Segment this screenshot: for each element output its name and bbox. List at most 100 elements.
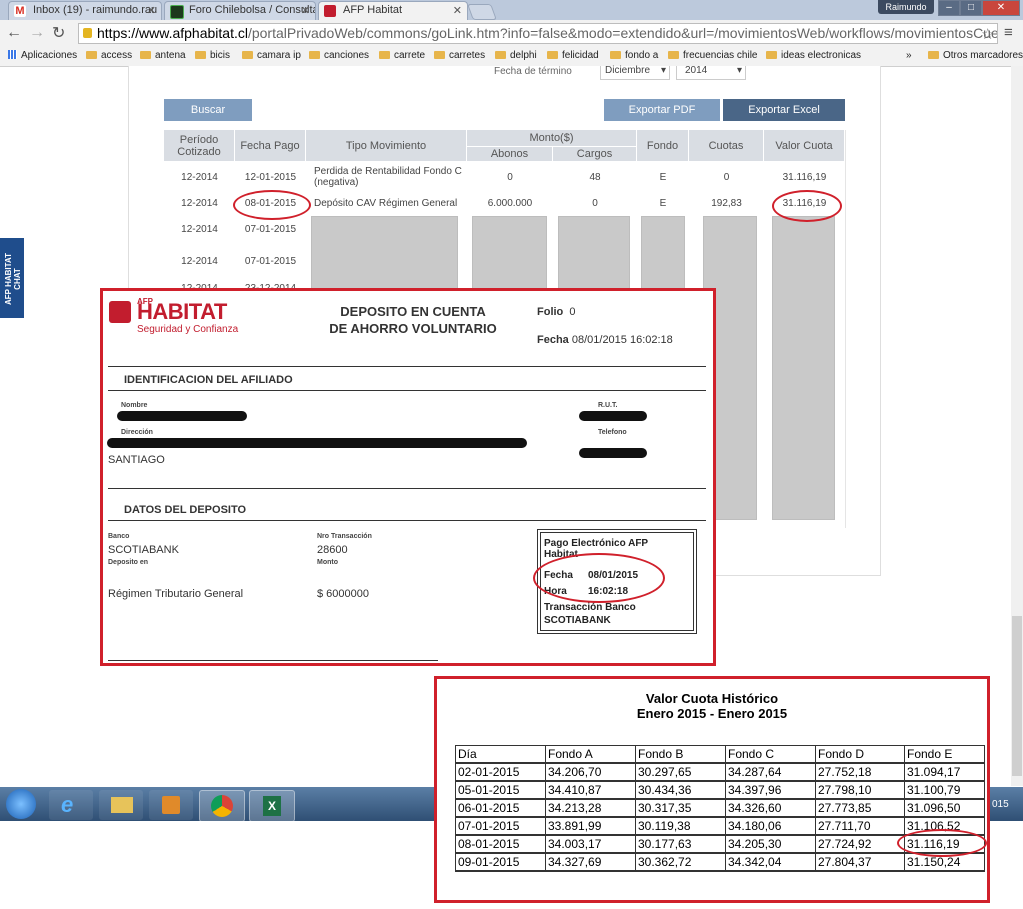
- close-icon[interactable]: ✕: [301, 4, 310, 17]
- section-affiliate: IDENTIFICACION DEL AFILIADO: [124, 374, 293, 386]
- bookmark-folder[interactable]: access: [86, 49, 132, 63]
- cell-credit: 0: [507, 172, 513, 183]
- bookmark-folder[interactable]: delphi: [495, 49, 537, 63]
- chrome-icon[interactable]: [199, 790, 245, 822]
- amount-value: $ 6000000: [317, 588, 369, 600]
- tab-afp-habitat[interactable]: AFP Habitat ✕: [318, 1, 468, 20]
- folder-icon: [928, 51, 939, 59]
- historic-header: Fondo B: [635, 745, 726, 763]
- bookmark-other[interactable]: Otros marcadores: [928, 49, 1023, 63]
- cell-period: 12-2014: [181, 256, 218, 267]
- tab-chilebolsa[interactable]: Foro Chilebolsa / Consulta ✕: [164, 1, 316, 20]
- star-icon[interactable]: ☆: [981, 25, 994, 43]
- tab-title: Foro Chilebolsa / Consulta: [189, 4, 316, 16]
- habitat-logo-icon: [109, 301, 131, 323]
- excel-icon[interactable]: X: [249, 790, 295, 822]
- bookmark-folder[interactable]: antena: [140, 49, 186, 63]
- start-button[interactable]: [6, 789, 36, 819]
- lock-icon: [83, 28, 92, 38]
- menu-icon[interactable]: ≡: [1004, 24, 1013, 41]
- cell-date: 07-01-2015: [244, 224, 297, 235]
- folder-icon: [610, 51, 621, 59]
- user-badge[interactable]: Raimundo: [878, 0, 934, 14]
- chat-tab[interactable]: AFP HABITAT CHAT: [0, 238, 24, 318]
- cell-charge: 0: [592, 198, 598, 209]
- annotation-circle: [772, 190, 842, 222]
- payment-box-bank: SCOTIABANK: [544, 615, 611, 626]
- logo-tagline: Seguridad y Confianza: [137, 324, 239, 335]
- redacted-name: [117, 411, 247, 421]
- amount-label: Monto: [317, 559, 338, 566]
- bookmark-folder[interactable]: felicidad: [547, 49, 599, 63]
- export-pdf-button[interactable]: Exportar PDF: [604, 99, 720, 121]
- tab-title: AFP Habitat: [343, 4, 403, 16]
- historic-header-row: Día Fondo A Fondo B Fondo C Fondo D Fond…: [455, 745, 985, 763]
- folder-icon: [242, 51, 253, 59]
- bank-label: Banco: [108, 533, 130, 540]
- search-button[interactable]: Buscar: [164, 99, 252, 121]
- historic-header: Fondo C: [725, 745, 816, 763]
- regime: Régimen Tributario General: [108, 588, 244, 600]
- bookmark-folder[interactable]: ideas electronicas: [766, 49, 861, 63]
- receipt-title: DEPOSITO EN CUENTA DE AHORRO VOLUNTARIO: [329, 304, 497, 336]
- historic-header: Fondo A: [545, 745, 636, 763]
- media-player-icon[interactable]: [149, 790, 193, 820]
- historic-row: 02-01-2015 34.206,70 30.297,65 34.287,64…: [455, 763, 985, 781]
- folder-icon: [195, 51, 206, 59]
- month-select[interactable]: Diciembre ▾: [600, 66, 670, 80]
- folder-icon: [379, 51, 390, 59]
- cell-date: 07-01-2015: [244, 256, 297, 267]
- logo-main: HABITAT: [137, 299, 227, 324]
- annotation-circle: [233, 190, 311, 220]
- bookmark-folder[interactable]: carretes: [434, 49, 485, 63]
- rut-label: R.U.T.: [598, 402, 618, 409]
- historic-row: 07-01-2015 33.891,99 30.119,38 34.180,06…: [455, 817, 985, 835]
- cell-period: 12-2014: [181, 198, 218, 209]
- receipt-date: Fecha 08/01/2015 16:02:18: [537, 334, 673, 346]
- historic-row: 06-01-2015 34.213,28 30.317,35 34.326,60…: [455, 799, 985, 817]
- section-deposit: DATOS DEL DEPOSITO: [124, 504, 247, 516]
- folder-icon: [668, 51, 679, 59]
- bookmark-folder[interactable]: fondo a: [610, 49, 658, 63]
- minimize-button[interactable]: –: [938, 0, 960, 16]
- deposit-in-label: Deposito en: [108, 559, 149, 566]
- close-window-button[interactable]: ✕: [982, 0, 1020, 16]
- historic-header: Fondo E: [904, 745, 985, 763]
- bookmark-folder[interactable]: carrete: [379, 49, 425, 63]
- back-arrow-icon[interactable]: ←: [6, 24, 22, 42]
- tab-title: Inbox (19) - raimundo.rau: [33, 4, 158, 16]
- ie-icon[interactable]: e: [49, 790, 93, 820]
- redacted-block: [772, 216, 835, 520]
- export-excel-button[interactable]: Exportar Excel: [723, 99, 845, 121]
- reload-icon[interactable]: ↻: [52, 23, 65, 43]
- divider: [108, 390, 706, 391]
- bookmark-folder[interactable]: frecuencias chile: [668, 49, 757, 63]
- deposit-receipt: AFP HABITAT Seguridad y Confianza DEPOSI…: [100, 288, 716, 666]
- address-bar[interactable]: https://www.afphabitat.cl/portalPrivadoW…: [78, 23, 998, 44]
- bookmark-apps[interactable]: Aplicaciones: [8, 49, 77, 63]
- bookmarks-more[interactable]: »: [906, 49, 912, 63]
- forward-arrow-icon[interactable]: →: [29, 24, 45, 42]
- bookmark-folder[interactable]: canciones: [309, 49, 369, 63]
- clock-fragment: 015: [992, 799, 1009, 810]
- header-charges: Cargos: [553, 147, 637, 161]
- close-icon[interactable]: ✕: [453, 4, 462, 17]
- year-select[interactable]: 2014 ▾: [676, 66, 746, 80]
- scrollbar-thumb[interactable]: [1012, 616, 1022, 776]
- maximize-button[interactable]: □: [960, 0, 982, 16]
- bookmark-folder[interactable]: camara ip: [242, 49, 301, 63]
- tab-gmail[interactable]: M Inbox (19) - raimundo.rau ✕: [8, 1, 162, 20]
- header-quotas: Cuotas: [689, 130, 764, 161]
- annotation-circle: [897, 829, 987, 857]
- name-label: Nombre: [121, 402, 148, 409]
- historic-quota-panel: Valor Cuota Histórico Enero 2015 - Enero…: [434, 676, 990, 903]
- bookmark-folder[interactable]: bicis: [195, 49, 230, 63]
- folder-icon: [434, 51, 445, 59]
- redacted-rut: [579, 411, 647, 421]
- folio: Folio 0: [537, 306, 576, 318]
- cell-type: Perdida de Rentabilidad Fondo C (negativ…: [314, 166, 462, 188]
- historic-header: Fondo D: [815, 745, 905, 763]
- explorer-icon[interactable]: [99, 790, 143, 820]
- historic-title: Valor Cuota Histórico Enero 2015 - Enero…: [636, 691, 788, 721]
- close-icon[interactable]: ✕: [147, 4, 156, 17]
